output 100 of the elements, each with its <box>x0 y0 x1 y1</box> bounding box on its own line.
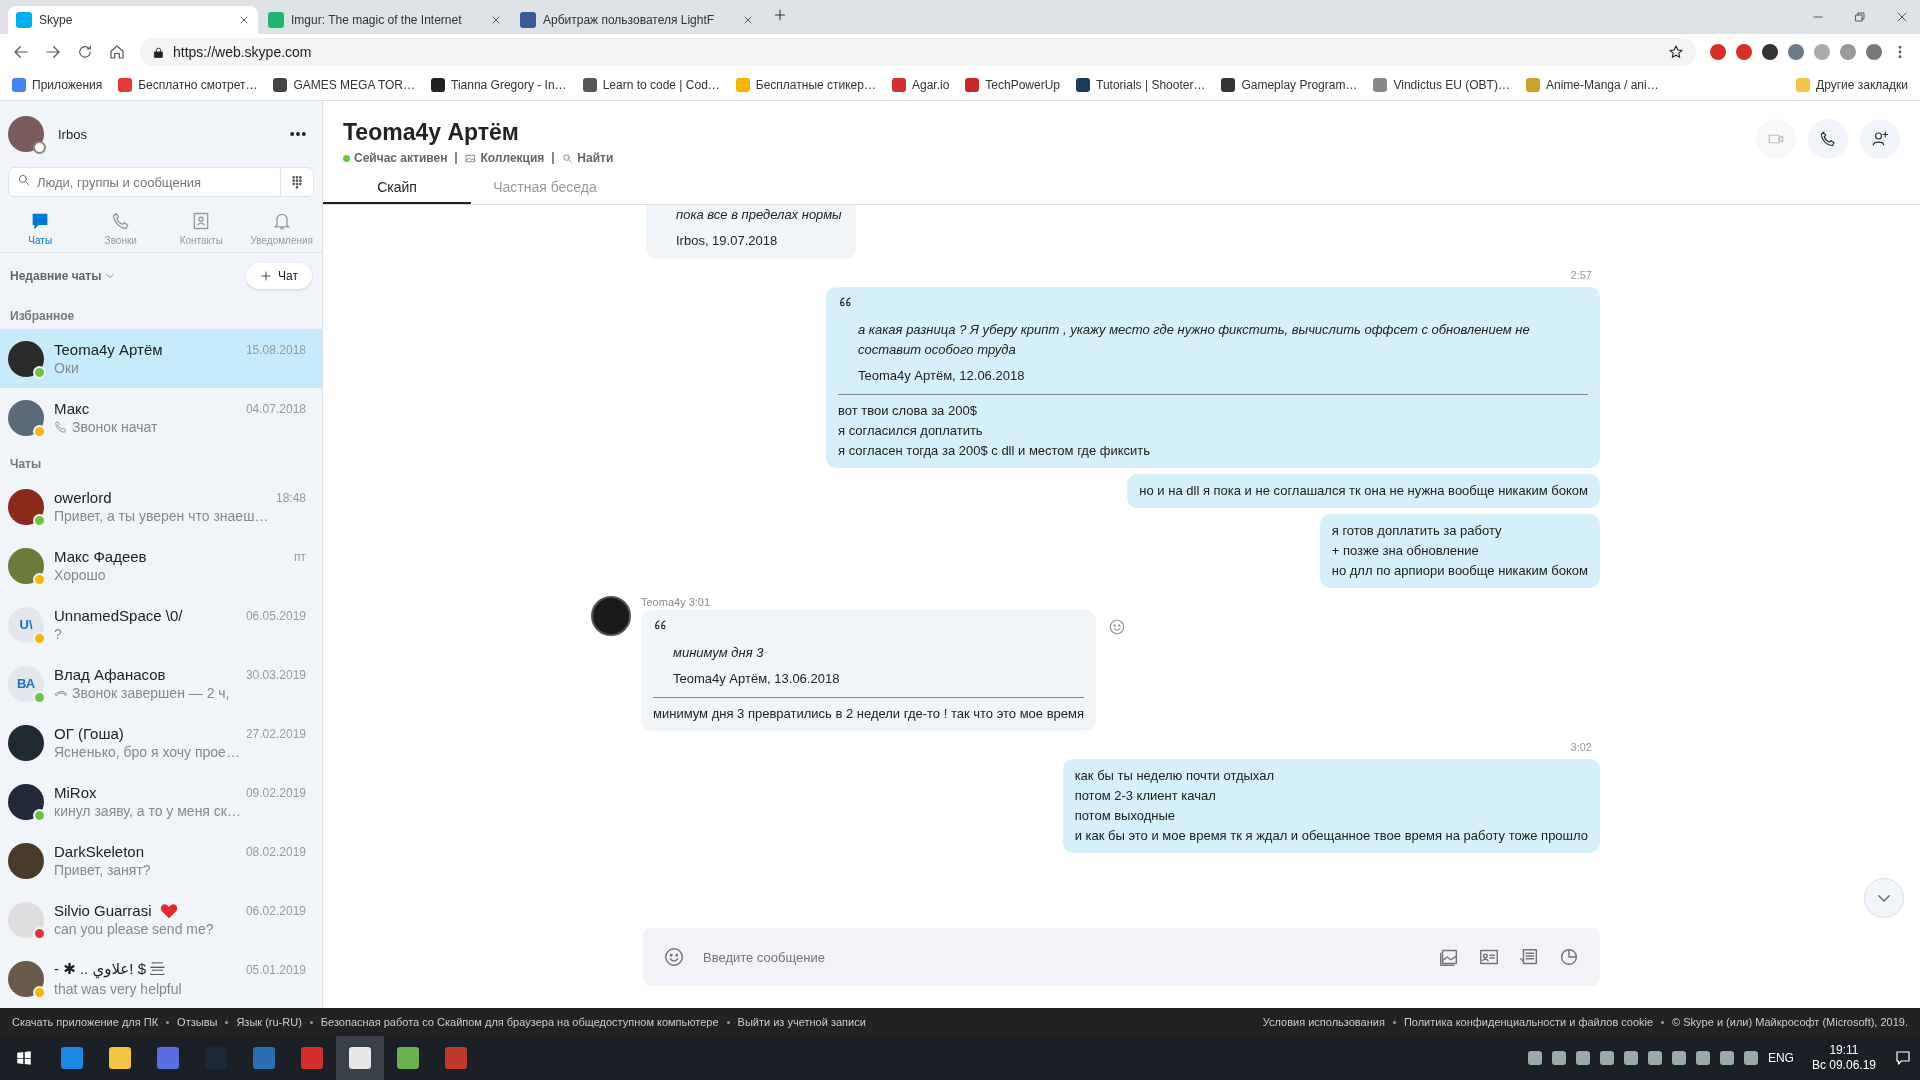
back-icon[interactable] <box>12 43 30 61</box>
tray-icon[interactable] <box>1551 1051 1566 1065</box>
chat-list-item[interactable]: Макс 04.07.2018 Звонок начат <box>0 388 322 447</box>
new-tab-icon[interactable] <box>772 7 788 23</box>
extension-icon[interactable] <box>1762 44 1778 60</box>
tray-icon[interactable] <box>1599 1051 1614 1065</box>
message-input[interactable]: Введите сообщение <box>701 948 1422 966</box>
bookmark[interactable]: Tutorials | Shooter… <box>1076 78 1206 92</box>
address-bar[interactable]: https://web.skype.com <box>140 38 1696 66</box>
footer-link[interactable]: © Skype и (или) Майкрософт (Microsoft), 2019. <box>1672 1016 1908 1028</box>
search-input[interactable]: Люди, группы и сообщения <box>31 174 280 190</box>
chat-list-item[interactable]: DarkSkeleton 08.02.2019 Привет, занят? <box>0 831 322 890</box>
home-icon[interactable] <box>108 43 126 61</box>
chat-list-item[interactable]: Silvio Guarrasi 06.02.2019 can you please send me? <box>0 890 322 949</box>
tray-icon[interactable] <box>1695 1051 1710 1065</box>
chat-time: 30.03.2019 <box>245 667 306 682</box>
bookmark[interactable]: Anime-Manga / ani… <box>1525 78 1659 92</box>
browser-tab[interactable]: Арбитраж пользователя LightF <box>512 6 762 34</box>
presence-status: Сейчас активен <box>343 152 458 164</box>
call-button[interactable] <box>1808 119 1848 159</box>
avatar[interactable] <box>8 116 44 152</box>
quote-author: Teoma4y Артём, 13.06.2018 <box>672 670 841 688</box>
contact-name: ОГ (Гоша) <box>54 725 124 742</box>
contact-name: owerlord <box>54 489 112 506</box>
bookmark[interactable]: Приложения <box>12 78 103 92</box>
chat-time: 18:48 <box>275 490 306 505</box>
other-bookmarks[interactable]: Другие закладки <box>1796 78 1908 92</box>
bookmark[interactable]: TechPowerUp <box>965 78 1061 92</box>
header-link[interactable]: Найти <box>554 152 622 164</box>
header-link[interactable]: Коллекция <box>457 152 555 164</box>
close-icon[interactable] <box>1896 11 1908 23</box>
chat-time: 27.02.2019 <box>245 726 306 741</box>
tray-icon[interactable] <box>1743 1051 1758 1065</box>
contact-name: MiRox <box>54 784 97 801</box>
contact-name: Silvio Guarrasi <box>54 902 152 919</box>
footer-link[interactable]: Язык (ru-RU) <box>236 1016 302 1028</box>
new-chat-button[interactable]: Чат <box>246 263 312 289</box>
star-icon[interactable] <box>1668 44 1684 60</box>
poll-icon[interactable] <box>1558 946 1580 968</box>
restore-icon[interactable] <box>1854 11 1866 23</box>
close-icon[interactable] <box>238 14 250 26</box>
chat-preview: Звонок начат <box>72 419 158 435</box>
bookmark[interactable]: Бесплатно смотрет… <box>118 78 258 92</box>
chat-list-item[interactable]: MiRox 09.02.2019 кинул заяву, а то у меня ск… <box>0 772 322 831</box>
site-icon <box>520 12 536 28</box>
notifications-icon[interactable] <box>1894 1049 1912 1067</box>
emoji-icon[interactable] <box>1108 618 1127 636</box>
avatar <box>8 842 44 879</box>
add-person-button[interactable] <box>1860 119 1900 159</box>
recent-chats-dropdown[interactable]: Недавние чаты <box>10 269 116 283</box>
bookmark[interactable]: GAMES MEGA TOR… <box>273 78 415 92</box>
emoji-icon[interactable] <box>663 946 685 968</box>
tray-icon[interactable] <box>1671 1051 1686 1065</box>
footer-link[interactable]: Безопасная работа со Скайпом для браузера на общедоступном компьютере <box>320 1016 719 1028</box>
chat-list-item[interactable]: U\ UnnamedSpace \0/ 06.05.2019 ? <box>0 595 322 654</box>
site-icon <box>16 12 32 28</box>
tray-icon[interactable] <box>1623 1051 1638 1065</box>
bookmark[interactable]: Tianna Gregory - In… <box>431 78 567 92</box>
footer-link[interactable]: Политика конфиденциальности и файлов cookie <box>1403 1016 1654 1028</box>
dialpad-icon[interactable] <box>289 174 305 190</box>
nav-tab[interactable]: Чаты <box>0 211 81 246</box>
footer-link[interactable]: Скачать приложение для ПК <box>12 1016 159 1028</box>
add-person-icon <box>1871 130 1889 148</box>
contact-name: Макс Фадеев <box>54 548 147 565</box>
tray-icon[interactable] <box>1527 1051 1542 1065</box>
bookmark[interactable]: Learn to code | Cod… <box>582 78 720 92</box>
footer-link[interactable]: Отзывы <box>177 1016 218 1028</box>
message-text: я готов доплатить за работу <box>1331 522 1503 540</box>
bookmark[interactable]: Vindictus EU (OBT)… <box>1373 78 1510 92</box>
language-indicator[interactable]: ENG <box>1767 1051 1794 1065</box>
contact-name: UnnamedSpace \0/ <box>54 607 183 624</box>
bookmark[interactable]: Бесплатные стикер… <box>735 78 876 92</box>
bookmark[interactable]: Agar.io <box>891 78 950 92</box>
chat-list-item[interactable]: owerlord 18:48 Привет, а ты уверен что знаеш… <box>0 477 322 536</box>
tray-icon[interactable] <box>1719 1051 1734 1065</box>
clock[interactable]: 19:11 Вс 09.06.19 <box>1811 1043 1876 1073</box>
search-field[interactable]: Люди, группы и сообщения <box>8 167 314 197</box>
chat-list-item[interactable]: ВА Влад Афанасов 30.03.2019 Звонок завершен — 2 ч, <box>0 654 322 713</box>
browser-tab[interactable]: Imgur: The magic of the Internet <box>260 6 510 34</box>
browser-tab[interactable]: Skype <box>8 6 258 34</box>
bookmark[interactable]: Gameplay Program… <box>1221 78 1358 92</box>
reload-icon[interactable] <box>76 43 94 61</box>
chat-list-item[interactable]: ОГ (Гоша) 27.02.2019 Ясненько, бро я хочу прое… <box>0 713 322 772</box>
chat-list-item[interactable]: Teoma4y Артём 15.08.2018 Оки <box>0 329 322 388</box>
forward-icon[interactable] <box>44 43 62 61</box>
close-icon[interactable] <box>490 14 502 26</box>
footer-link[interactable]: Выйти из учетной записи <box>737 1016 866 1028</box>
chat-preview: Ясненько, бро я хочу прое… <box>54 744 240 760</box>
chat-list-item[interactable]: Макс Фадеев пт Хорошо <box>0 536 322 595</box>
tray-icon[interactable] <box>1575 1051 1590 1065</box>
footer-link[interactable]: Условия использования <box>1262 1016 1385 1028</box>
site-icon <box>268 12 284 28</box>
close-icon[interactable] <box>742 14 754 26</box>
tray-icon[interactable] <box>1647 1051 1662 1065</box>
chevron-down-icon <box>105 271 116 281</box>
quote-author: Irbos, 19.07.2018 <box>676 232 779 250</box>
contact-name: Влад Афанасов <box>54 666 166 683</box>
windows-icon[interactable] <box>15 1049 33 1067</box>
message-composer[interactable]: Введите сообщение <box>643 928 1600 986</box>
chat-tab[interactable]: Скайп <box>323 172 471 204</box>
